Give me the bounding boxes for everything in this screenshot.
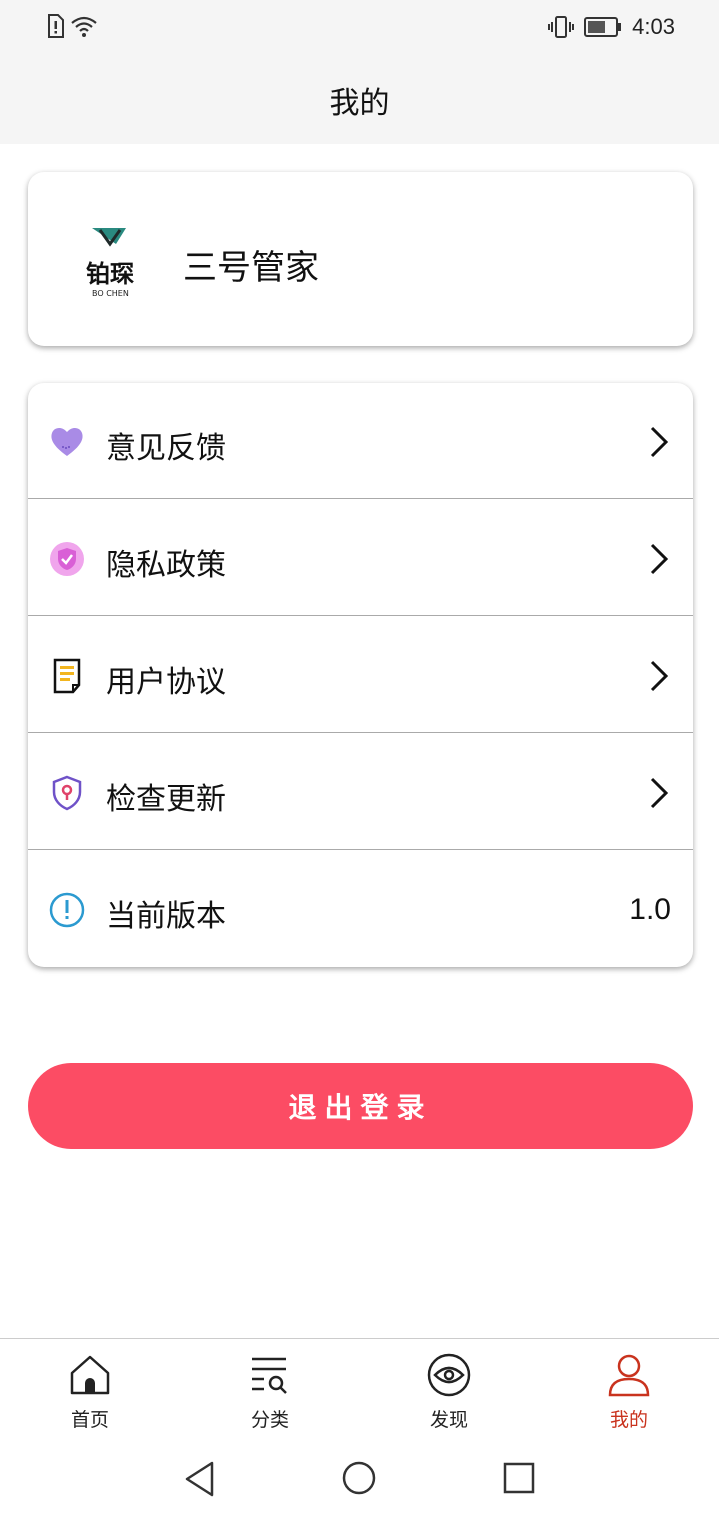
recents-icon[interactable] (503, 1462, 535, 1494)
battery-icon (584, 17, 622, 37)
menu-item-privacy[interactable]: 隐私政策 (28, 500, 693, 616)
profile-card[interactable]: 铂琛 BO CHEN 三号管家 (28, 172, 693, 346)
version-value: 1.0 (629, 893, 671, 926)
bottom-tab-bar: 首页 分类 发现 我的 (0, 1338, 719, 1439)
menu-item-user-agreement[interactable]: 用户协议 (28, 617, 693, 733)
title-bar: 我的 (0, 56, 719, 144)
clock: 4:03 (632, 14, 675, 39)
tab-discover[interactable]: 发现 (389, 1339, 509, 1439)
tab-mine[interactable]: 我的 (569, 1339, 689, 1439)
menu-item-label: 隐私政策 (106, 548, 226, 583)
home-icon (70, 1355, 110, 1395)
list-search-icon (252, 1357, 287, 1394)
sim-alert-icon (48, 14, 64, 38)
divider (28, 732, 693, 733)
logo-subtext: BO CHEN (92, 289, 129, 298)
menu-item-label: 当前版本 (106, 899, 226, 934)
system-nav-bar (0, 1440, 719, 1519)
chevron-right-icon (650, 426, 669, 458)
logout-button[interactable]: 退出登录 (28, 1063, 693, 1149)
document-icon (53, 658, 81, 694)
settings-menu: 意见反馈 隐私政策 用户协议 检查更新 当前版本 1.0 (28, 383, 693, 967)
shield-check-icon (50, 542, 84, 576)
tab-label: 首页 (70, 1409, 109, 1431)
tab-label: 我的 (609, 1409, 648, 1431)
menu-item-label: 用户协议 (106, 665, 226, 700)
menu-item-label: 意见反馈 (106, 431, 226, 466)
chevron-right-icon (650, 543, 669, 575)
menu-item-label: 检查更新 (106, 782, 226, 817)
info-icon (49, 892, 85, 928)
tab-label: 发现 (429, 1409, 468, 1431)
brand-logo: 铂琛 BO CHEN (86, 228, 134, 298)
shield-pin-icon (52, 775, 82, 811)
tab-home[interactable]: 首页 (30, 1339, 150, 1439)
menu-item-version: 当前版本 1.0 (28, 851, 693, 967)
wifi-icon (71, 16, 97, 37)
vibrate-icon (548, 16, 575, 38)
divider (28, 849, 693, 850)
home-circle-icon[interactable] (341, 1460, 377, 1496)
divider (28, 615, 693, 616)
person-icon (608, 1354, 650, 1397)
chevron-right-icon (650, 660, 669, 692)
tab-label: 分类 (250, 1409, 289, 1431)
divider (28, 498, 693, 499)
back-icon[interactable] (182, 1460, 218, 1498)
tab-category[interactable]: 分类 (210, 1339, 330, 1439)
menu-item-check-update[interactable]: 检查更新 (28, 734, 693, 850)
eye-icon (427, 1353, 471, 1397)
profile-name: 三号管家 (183, 248, 319, 288)
status-bar: 4:03 (0, 0, 719, 56)
chevron-right-icon (650, 777, 669, 809)
page-title: 我的 (329, 86, 390, 121)
logo-text: 铂琛 (86, 260, 134, 288)
menu-item-feedback[interactable]: 意见反馈 (28, 383, 693, 499)
heart-icon (51, 427, 83, 456)
